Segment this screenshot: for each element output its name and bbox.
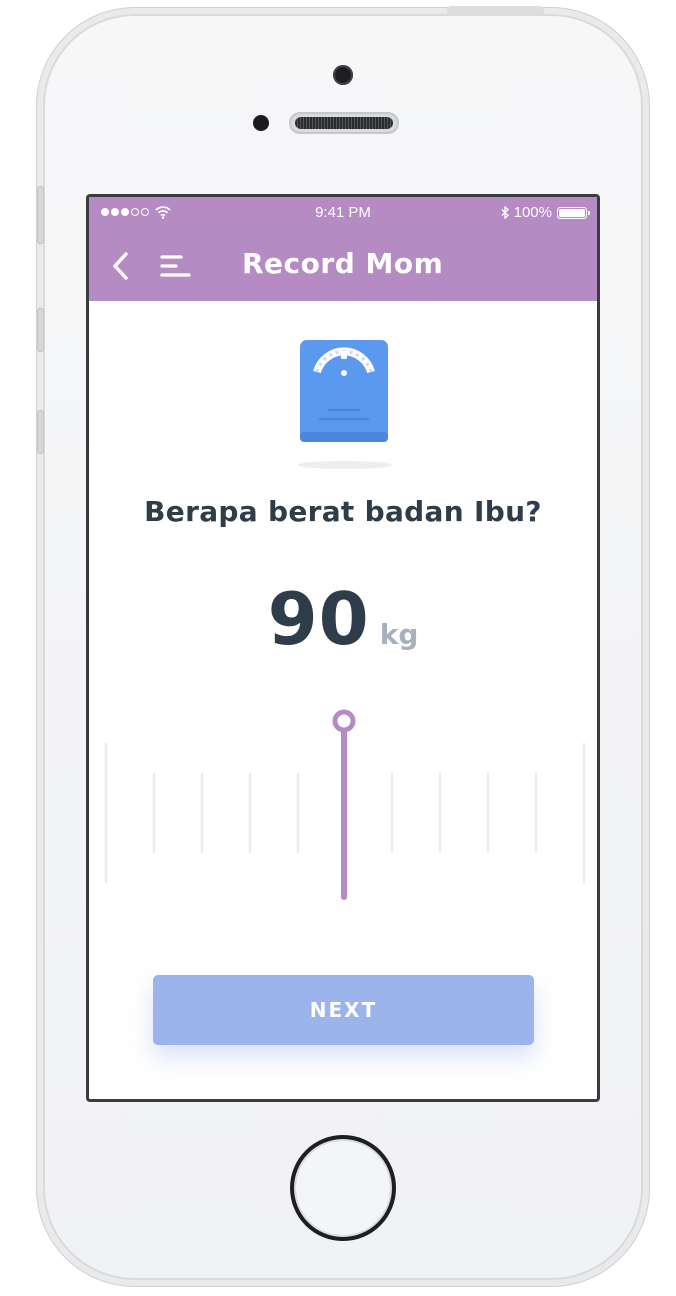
battery-area: 100% [501,204,590,221]
top-navigation: Record Mom [89,231,597,301]
battery-percent: 100% [513,204,552,221]
weight-unit: kg [379,618,419,651]
menu-icon[interactable] [159,251,193,281]
weight-value: 90 [267,577,370,661]
weight-display: 90 kg [89,577,597,661]
proximity-sensor [253,115,269,131]
next-button[interactable]: NEXT [153,975,534,1045]
status-bar: 9:41 PM 100% [89,197,597,231]
weight-ruler-slider[interactable] [103,707,587,907]
screen: 9:41 PM 100% Record Mom Berapa berat bad… [86,194,600,1102]
slider-handle[interactable] [332,709,356,733]
mute-switch [37,186,44,244]
weight-scale-icon [297,340,393,469]
weight-question: Berapa berat badan Ibu? [144,495,542,528]
chevron-left-icon[interactable] [107,249,133,283]
earpiece-speaker [289,112,399,134]
page-title: Record Mom [242,247,444,280]
battery-icon [557,206,590,219]
front-camera [333,65,353,85]
volume-up-button [37,308,44,352]
home-button[interactable] [290,1135,396,1241]
power-button [447,6,544,15]
bluetooth-icon [501,206,509,219]
volume-down-button [37,410,44,454]
